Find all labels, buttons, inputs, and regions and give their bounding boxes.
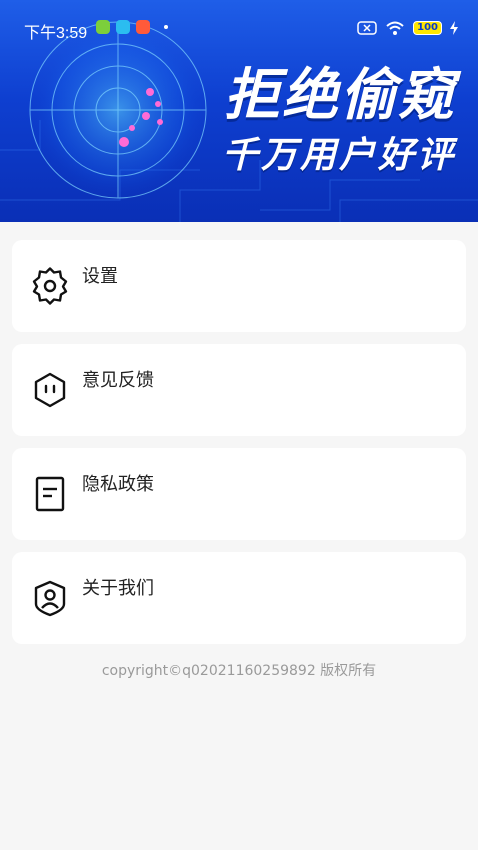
- sim-x-icon: [357, 21, 377, 35]
- charging-bolt-icon: [450, 21, 458, 35]
- feedback-hexagon-icon: [34, 372, 66, 408]
- notification-icons: [96, 20, 168, 34]
- gear-icon: [32, 267, 68, 305]
- menu-item-label: 关于我们: [82, 578, 154, 599]
- copyright-text: copyright©q02021160259892 版权所有: [101, 663, 377, 679]
- menu-item-label: 隐私政策: [82, 474, 154, 495]
- header-banner: 下午3:59 100 拒绝偷窥 千万用户好评: [0, 0, 478, 222]
- menu-list: 设置 意见反馈 隐私政策 关于我们: [12, 240, 466, 656]
- menu-item-feedback[interactable]: 意见反馈: [12, 344, 466, 436]
- user-shield-icon: [34, 580, 66, 617]
- menu-item-settings[interactable]: 设置: [12, 240, 466, 332]
- banner-headline: 拒绝偷窥: [224, 63, 456, 128]
- document-icon: [35, 476, 65, 512]
- menu-item-privacy-policy[interactable]: 隐私政策: [12, 448, 466, 540]
- menu-item-label: 意见反馈: [82, 370, 154, 391]
- menu-item-label: 设置: [82, 266, 118, 287]
- app-circle-icon: [116, 20, 130, 34]
- status-right: 100: [357, 20, 458, 36]
- banner-subheadline: 千万用户好评: [221, 135, 456, 176]
- more-dot-icon: [164, 25, 168, 29]
- status-time: 下午3:59: [24, 25, 88, 42]
- android-icon: [96, 20, 110, 34]
- app-red-icon: [136, 20, 150, 34]
- menu-item-about-us[interactable]: 关于我们: [12, 552, 466, 644]
- battery-indicator: 100: [413, 21, 442, 35]
- status-bar: 下午3:59 100: [0, 0, 478, 44]
- wifi-icon: [386, 21, 404, 35]
